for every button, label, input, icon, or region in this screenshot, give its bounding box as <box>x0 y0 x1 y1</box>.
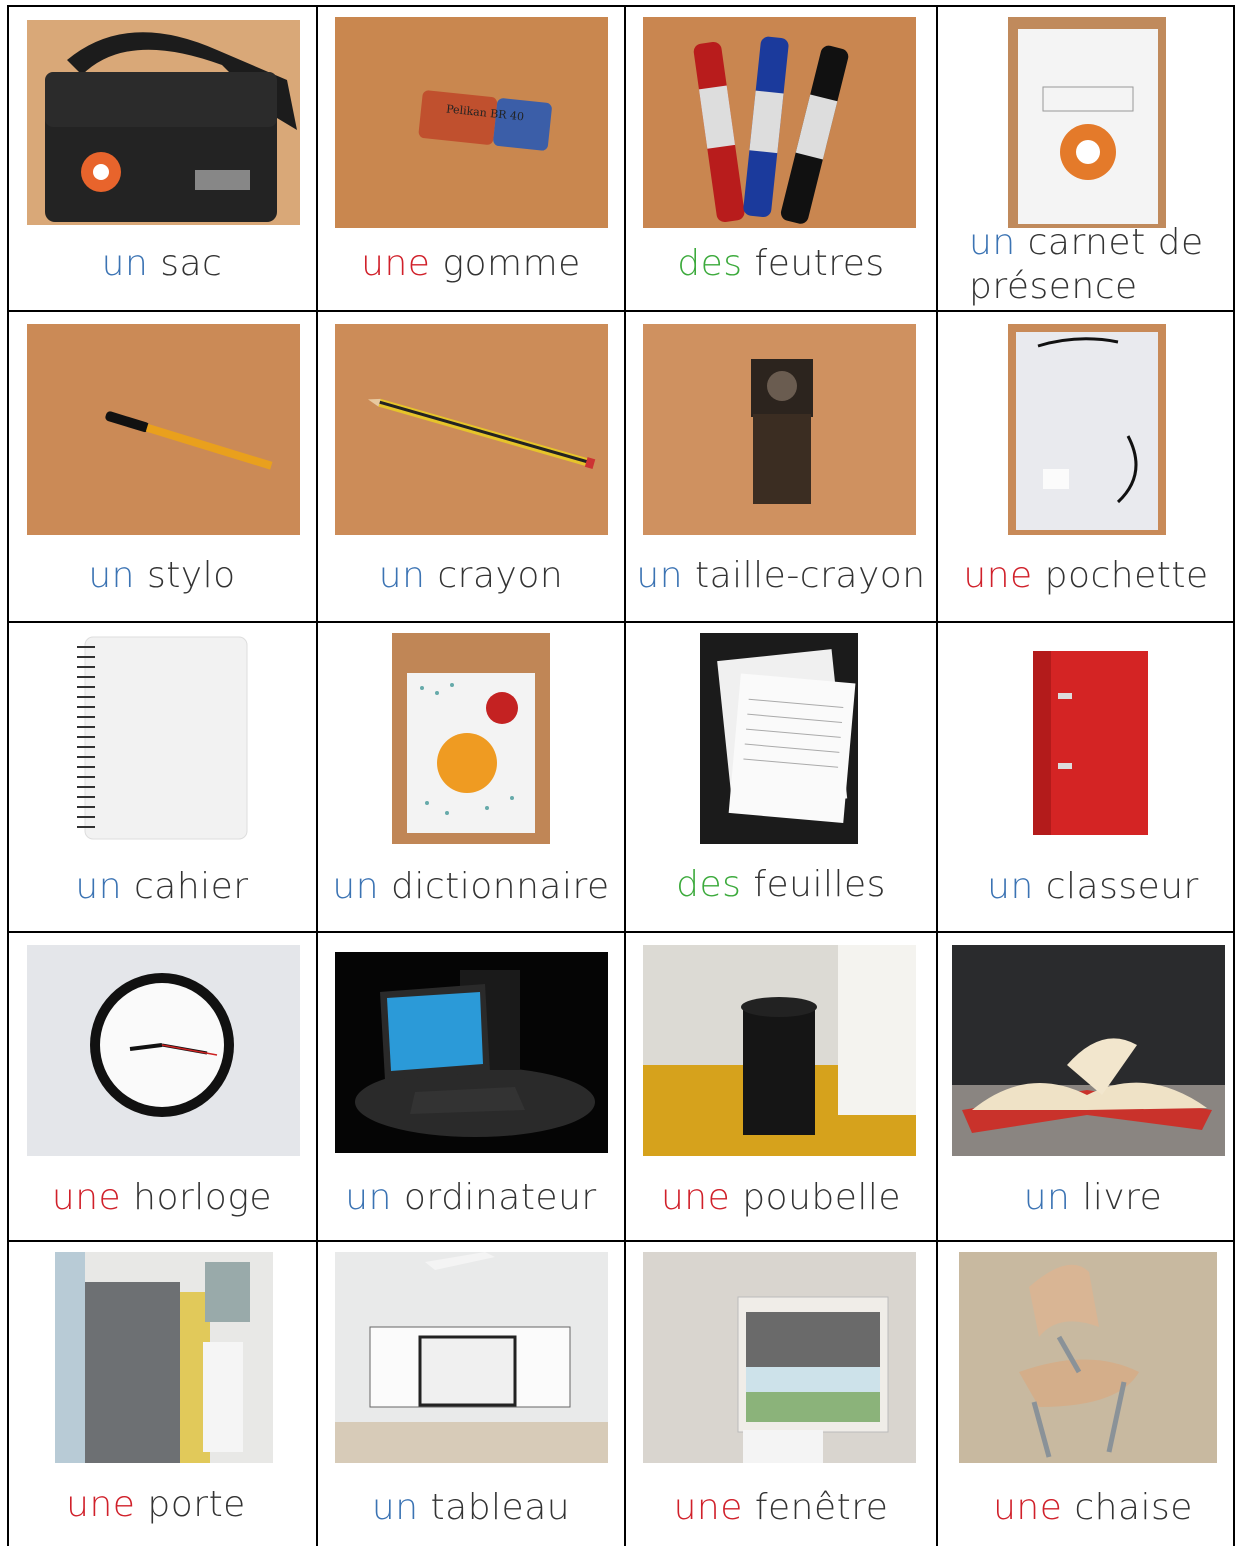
word: sac <box>160 243 223 284</box>
article: un <box>101 243 149 284</box>
article: un <box>332 866 380 907</box>
binder-photo <box>1008 633 1166 844</box>
word: livre <box>1082 1177 1163 1218</box>
word: ordinateur <box>403 1177 597 1218</box>
book-photo <box>952 945 1225 1156</box>
grid-line-v1 <box>316 5 318 1546</box>
article: un <box>636 555 684 596</box>
dictionary-photo <box>392 633 550 844</box>
grid-border-left <box>7 5 9 1546</box>
door-photo <box>55 1252 273 1463</box>
caption-taille-crayon: un taille-crayon <box>626 555 936 596</box>
pencil-photo <box>335 324 608 535</box>
article: un <box>345 1177 392 1218</box>
word: crayon <box>437 555 564 596</box>
grid-line-h2 <box>7 621 1235 623</box>
word: feutres <box>754 243 885 284</box>
grid-line-v3 <box>936 5 938 1546</box>
article: une <box>963 555 1033 596</box>
caption-tableau: un tableau <box>318 1487 624 1528</box>
caption-horloge: une horloge <box>7 1177 317 1218</box>
markers-photo <box>643 17 916 228</box>
sharpener-photo <box>643 324 916 535</box>
article: un <box>1023 1177 1071 1218</box>
folder-sleeve-photo <box>1008 324 1166 535</box>
eraser-photo: Pelikan BR 40 <box>335 17 608 228</box>
grid-line-v2 <box>624 5 626 1546</box>
word: tableau <box>430 1487 571 1528</box>
caption-pochette: une pochette <box>938 555 1234 596</box>
grid-border-right <box>1233 5 1235 1546</box>
word: stylo <box>146 555 236 596</box>
article: des <box>677 243 743 284</box>
bag-photo <box>27 20 300 225</box>
article: une <box>51 1177 122 1218</box>
caption-fenetre: une fenêtre <box>626 1487 936 1528</box>
grid-line-h1 <box>7 310 1235 312</box>
word: dictionnaire <box>390 866 610 907</box>
article: un <box>75 866 123 907</box>
article: une <box>361 243 431 284</box>
attendance-booklet-photo <box>1008 17 1166 228</box>
caption-stylo: un stylo <box>7 555 317 596</box>
word: feuilles <box>753 864 886 905</box>
computer-photo <box>335 952 608 1153</box>
caption-poubelle: une poubelle <box>626 1177 936 1218</box>
sheets-photo <box>700 633 858 844</box>
article: une <box>66 1484 136 1525</box>
word: chaise <box>1074 1487 1193 1528</box>
window-photo <box>643 1252 916 1463</box>
article: une <box>673 1487 743 1528</box>
caption-dictionnaire: un dictionnaire <box>318 866 624 907</box>
article: un <box>371 1487 419 1528</box>
caption-ordinateur: un ordinateur <box>318 1177 624 1218</box>
article: une <box>993 1487 1063 1528</box>
grid-border-top <box>7 5 1235 7</box>
grid-line-h4 <box>7 1240 1235 1242</box>
article: une <box>660 1177 731 1218</box>
caption-feutres: des feutres <box>626 243 936 284</box>
caption-crayon: un crayon <box>318 555 624 596</box>
word: taille-crayon <box>694 555 926 596</box>
word: pochette <box>1044 555 1209 596</box>
article: des <box>676 864 742 905</box>
word: cahier <box>133 866 249 907</box>
word: porte <box>147 1484 246 1525</box>
caption-chaise: une chaise <box>938 1487 1242 1528</box>
notebook-photo <box>75 633 253 844</box>
caption-livre: un livre <box>938 1177 1242 1218</box>
caption-sac: un sac <box>7 243 317 284</box>
caption-classeur: un classeur <box>938 866 1242 907</box>
caption-cahier: un cahier <box>7 866 317 907</box>
whiteboard-photo <box>335 1252 608 1463</box>
article: un <box>88 555 135 596</box>
word: poubelle <box>742 1177 902 1218</box>
pen-photo <box>27 324 300 535</box>
word: gomme <box>442 243 581 284</box>
article: un <box>987 866 1034 907</box>
trash-bin-photo <box>643 945 916 1156</box>
word: horloge <box>133 1177 273 1218</box>
caption-carnet-de-presence: un carnet de présence <box>969 221 1229 309</box>
word: fenêtre <box>754 1487 889 1528</box>
article: un <box>378 555 426 596</box>
clock-photo <box>27 945 300 1156</box>
caption-feuilles: des feuilles <box>626 864 936 905</box>
article: un <box>969 222 1016 263</box>
word: classeur <box>1045 866 1199 907</box>
chair-photo <box>959 1252 1217 1463</box>
grid-line-h3 <box>7 931 1235 933</box>
caption-porte: une porte <box>7 1484 305 1525</box>
caption-gomme: une gomme <box>318 243 624 284</box>
